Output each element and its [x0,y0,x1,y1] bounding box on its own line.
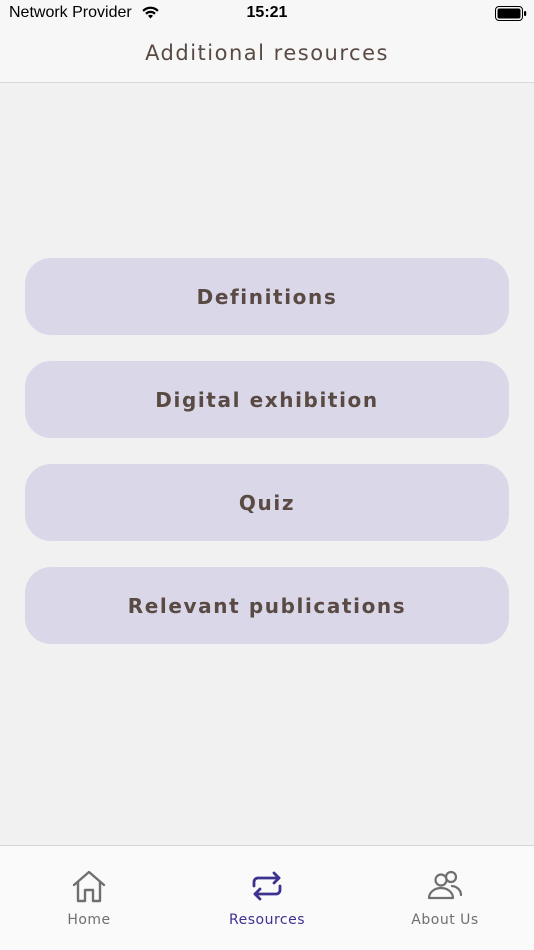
people-icon [427,870,463,900]
repeat-arrows-icon [252,871,282,901]
tab-about-us[interactable]: About Us [356,846,534,950]
navigation-bar: Additional resources [0,28,534,83]
tab-about-us-label: About Us [411,912,479,928]
resources-screen: Network Provider 15:21 Additional resour… [0,0,534,950]
quiz-button[interactable]: Quiz [25,464,509,541]
home-icon [72,870,106,903]
page-title: Additional resources [145,41,389,65]
resource-list: Definitions Digital exhibition Quiz Rele… [25,258,509,670]
tab-home-label: Home [67,912,111,928]
relevant-publications-button[interactable]: Relevant publications [25,567,509,644]
definitions-button[interactable]: Definitions [25,258,509,335]
tab-resources[interactable]: Resources [178,846,356,950]
battery-icon [495,6,527,21]
tab-resources-label: Resources [229,912,305,928]
clock-label: 15:21 [246,4,288,21]
digital-exhibition-button[interactable]: Digital exhibition [25,361,509,438]
tab-bar: Home Resources About Us [0,845,534,950]
status-bar: Network Provider 15:21 [0,0,534,28]
tab-home[interactable]: Home [0,846,178,950]
